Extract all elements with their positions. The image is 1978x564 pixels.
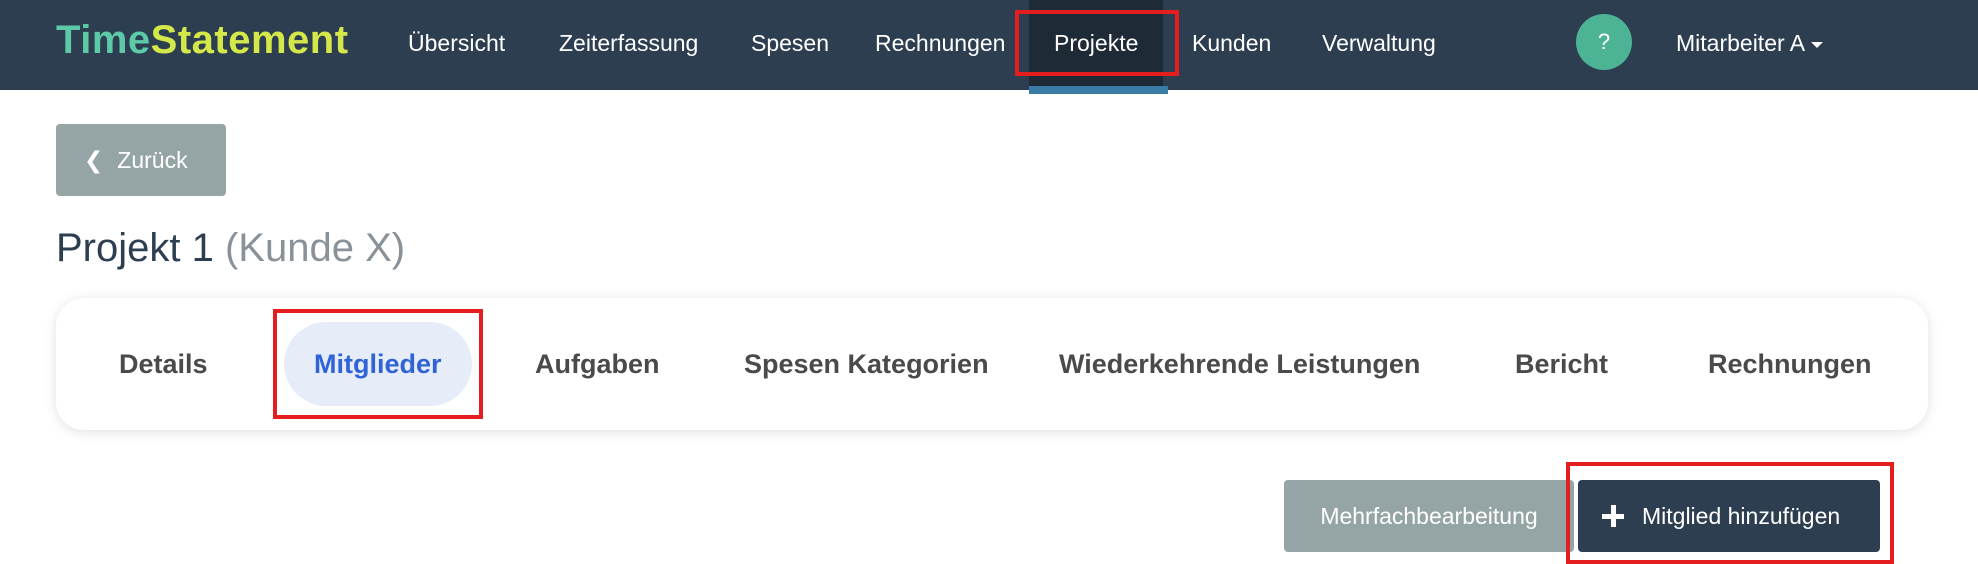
tab-bericht[interactable]: Bericht bbox=[1515, 322, 1608, 406]
tab-details[interactable]: Details bbox=[119, 322, 208, 406]
nav-item-projekte[interactable]: Projekte bbox=[1029, 0, 1164, 86]
page-title: Projekt 1 (Kunde X) bbox=[56, 226, 405, 271]
back-button-label: Zurück bbox=[117, 147, 188, 173]
nav-item-kunden[interactable]: Kunden bbox=[1192, 0, 1271, 86]
project-tabs: Details Mitglieder Aufgaben Spesen Kateg… bbox=[56, 298, 1928, 430]
customer-name: (Kunde X) bbox=[224, 226, 406, 270]
brand-logo[interactable]: TimeStatement bbox=[56, 18, 349, 63]
brand-part-statement: Statement bbox=[150, 18, 349, 62]
plus-icon bbox=[1602, 505, 1624, 527]
tab-wiederkehrende-leistungen[interactable]: Wiederkehrende Leistungen bbox=[1059, 322, 1420, 406]
top-navbar: TimeStatement Übersicht Zeiterfassung Sp… bbox=[0, 0, 1978, 90]
nav-item-zeiterfassung[interactable]: Zeiterfassung bbox=[559, 0, 698, 86]
tab-spesen-kategorien[interactable]: Spesen Kategorien bbox=[744, 322, 989, 406]
nav-item-verwaltung[interactable]: Verwaltung bbox=[1322, 0, 1436, 86]
active-nav-indicator bbox=[1029, 86, 1168, 94]
project-name: Projekt 1 bbox=[56, 226, 214, 270]
user-menu[interactable]: Mitarbeiter A bbox=[1676, 0, 1824, 86]
add-member-button[interactable]: Mitglied hinzufügen bbox=[1578, 480, 1880, 552]
bulk-edit-button[interactable]: Mehrfachbearbeitung bbox=[1284, 480, 1574, 552]
tab-mitglieder[interactable]: Mitglieder bbox=[284, 322, 472, 406]
help-button[interactable]: ? bbox=[1576, 14, 1632, 70]
back-button[interactable]: ❮ Zurück bbox=[56, 124, 226, 196]
brand-part-time: Time bbox=[56, 18, 151, 62]
caret-down-icon bbox=[1811, 41, 1824, 48]
tab-rechnungen[interactable]: Rechnungen bbox=[1708, 322, 1872, 406]
user-menu-label: Mitarbeiter A bbox=[1676, 30, 1806, 56]
add-member-label: Mitglied hinzufügen bbox=[1642, 503, 1841, 529]
nav-item-spesen[interactable]: Spesen bbox=[751, 0, 829, 86]
chevron-left-icon: ❮ bbox=[84, 147, 104, 173]
tab-aufgaben[interactable]: Aufgaben bbox=[535, 322, 660, 406]
nav-item-uebersicht[interactable]: Übersicht bbox=[408, 0, 505, 86]
nav-item-rechnungen[interactable]: Rechnungen bbox=[875, 0, 1005, 86]
